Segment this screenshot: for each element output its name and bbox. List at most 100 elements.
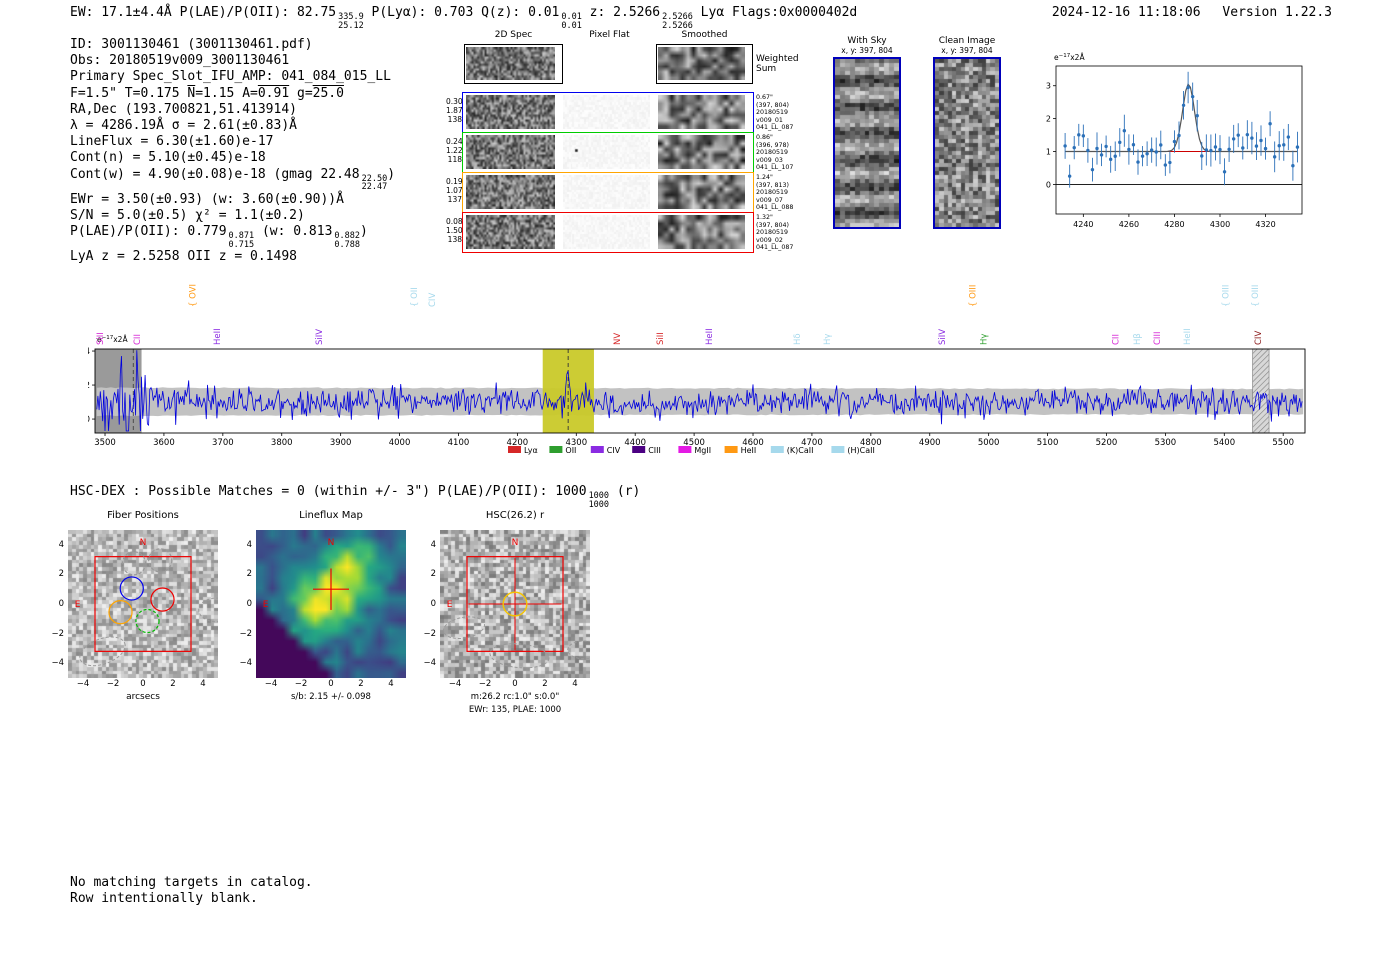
smoothed-image [658, 47, 745, 80]
cutout-x-tick-label: 0 [140, 679, 146, 689]
catalog-source-ellipse [198, 597, 218, 623]
emission-line-label: HeII [213, 328, 223, 345]
cutout-y-tick-label: 2 [430, 569, 436, 580]
cutout-y-tick-label: −2 [239, 628, 252, 639]
spectrum-point [1145, 151, 1149, 156]
y-tick-label: 1 [1046, 148, 1051, 157]
spectrum-point [1245, 132, 1250, 137]
spectrum-point [1122, 129, 1127, 133]
red-edge-hatch-band [1252, 348, 1270, 434]
emission-line-label: { OII [410, 287, 420, 307]
info-line-8: Cont(n) = 5.10(±0.45)e-18 [70, 150, 395, 166]
footer-line-2: Row intentionally blank. [70, 890, 258, 906]
legend-swatch [508, 446, 521, 453]
report-version: Version 1.22.3 [1222, 5, 1332, 20]
compass-north-label: N [140, 538, 147, 548]
spectrum-point [1172, 139, 1177, 144]
cutout-y-tick-label: 0 [58, 599, 64, 609]
spectrum-point [1131, 142, 1136, 147]
twod-spec-image [466, 175, 555, 209]
x-tick-label: 4900 [919, 438, 941, 448]
x-tick-label: 4280 [1164, 220, 1184, 229]
elixer-report-page: EW: 17.1±4.4Å P(LAE)/P(OII): 82.75 335.9 2… [0, 0, 1400, 953]
text-segment: Primary Spec_Slot_IFU_AMP: 041_084_015_L… [70, 69, 391, 85]
legend-label: MgII [694, 446, 711, 455]
spectrum-point [1272, 155, 1277, 159]
spectrum-point [1209, 148, 1213, 153]
fiber-circle [119, 576, 144, 601]
cutout-x-tick-label: 4 [572, 679, 578, 689]
spectrum-point [1081, 134, 1086, 138]
2d-spectra-panel: 2D Spec Pixel Flat Smoothed Weighted Sum… [446, 28, 806, 264]
spectrum-point [1241, 146, 1245, 150]
row-right-annotation: 0.67" (397, 804) 20180519 v009_01 041_LL_087 [756, 94, 794, 131]
spectrum-point [1095, 146, 1099, 151]
fiber-circle [135, 608, 160, 634]
spectrum-point [1282, 143, 1286, 147]
hsc-cutout-overlay: NE [443, 538, 590, 669]
cutout-y-tick-label: −4 [51, 658, 64, 669]
text-segment: P(LAE)/P(OII): 0.779 [70, 224, 227, 240]
cutout-x-tick-label: 0 [512, 679, 518, 689]
row-left-stats: 0.24 1.22 118 [446, 137, 463, 164]
x-tick-label: 4000 [389, 438, 411, 448]
x-tick-label: 5400 [1213, 438, 1235, 448]
cutout-x-tick-label: −2 [478, 679, 492, 689]
twod-spec-image [466, 215, 555, 249]
spectrum-point [1159, 143, 1163, 147]
spectrum-point [1190, 94, 1195, 99]
spectrum-point [1222, 170, 1227, 174]
cutout-y-tick-label: 0 [430, 599, 436, 609]
x-tick-label: 4240 [1073, 220, 1093, 229]
line-fit-zoom-plot: 4240 4260 4280 4300 4320 0 1 2 3 e−17x2Å [1046, 53, 1303, 229]
cutout-x-tick-label: −4 [264, 679, 278, 689]
row-left-stats: 0.19 1.07 137 [446, 177, 463, 204]
info-line-5: RA,Dec (193.700821,51.413914) [70, 102, 395, 118]
emission-line-label: HeII [705, 328, 715, 345]
x-tick-label: 4300 [1210, 220, 1230, 229]
weighted-sum-line2: Sum [756, 64, 777, 74]
info-line-7: LineFlux = 6.30(±1.60)e-17 [70, 134, 395, 150]
cutout-x-tick-label: 0 [328, 679, 334, 689]
spectrum-point [1168, 160, 1172, 165]
header-datetime-version: 2024-12-16 11:18:06 Version 1.22.3 [1052, 5, 1332, 20]
smoothed-image [658, 95, 745, 129]
lineflux-xlabel: s/b: 2.15 +/- 0.098 [291, 692, 371, 702]
smoothed-image [658, 175, 745, 209]
weighted-sum-label: Weighted Sum [756, 54, 799, 74]
fiber-circle [150, 587, 175, 612]
emission-line-label: Hβ [1133, 333, 1143, 345]
emission-line-label: { OIII [1221, 285, 1231, 307]
cutout-x-tick-label: 4 [200, 679, 206, 689]
text-segment: ID: 3001130461 (3001130461.pdf) [70, 37, 313, 52]
catalog-source-ellipse [489, 643, 550, 669]
legend-label: HeII [741, 446, 757, 455]
cutout-x-tick-label: 2 [542, 679, 548, 689]
info-line-9: Cont(w) = 4.90(±0.08)e-18 (gmag 22.48 22.… [70, 167, 395, 192]
emission-line-label: SiII [96, 332, 106, 345]
emission-line-label: SiII [656, 332, 666, 345]
spectrum-point [1268, 122, 1272, 126]
spectrum-point [1086, 148, 1090, 153]
info-line-3: Primary Spec_Slot_IFU_AMP: 041_084_015_L… [70, 69, 395, 85]
emission-line-label: Hγ [979, 334, 989, 345]
pixel-flat-image [563, 215, 650, 249]
fiber-positions-title: Fiber Positions [107, 510, 179, 521]
cutout-y-tick-label: −4 [423, 658, 436, 669]
text-segment: RA,Dec (193.700821,51.413914) [70, 101, 297, 117]
imaging-cutouts-row: Fiber Positions Lineflux Map HSC(26.2) r… [40, 508, 700, 748]
emission-line-label: CIII [1153, 332, 1163, 345]
spectrum-point [1286, 135, 1291, 139]
compass-east-label: E [263, 600, 269, 610]
catalog-source-ellipse [443, 616, 485, 639]
twod-spec-image [466, 135, 555, 169]
compass-north-label: N [328, 538, 335, 548]
x-tick-label: 4260 [1119, 220, 1139, 229]
text-segment: =1.15 A= [195, 85, 258, 101]
pixel-flat-image [563, 175, 650, 209]
compass-east-label: E [75, 600, 81, 610]
cutout-x-tick-label: 2 [358, 679, 364, 689]
spectrum-point [1149, 148, 1154, 152]
spectrum-point [1236, 133, 1240, 137]
text-segment: LineFlux = 6.30(±1.60)e-17 [70, 134, 274, 150]
